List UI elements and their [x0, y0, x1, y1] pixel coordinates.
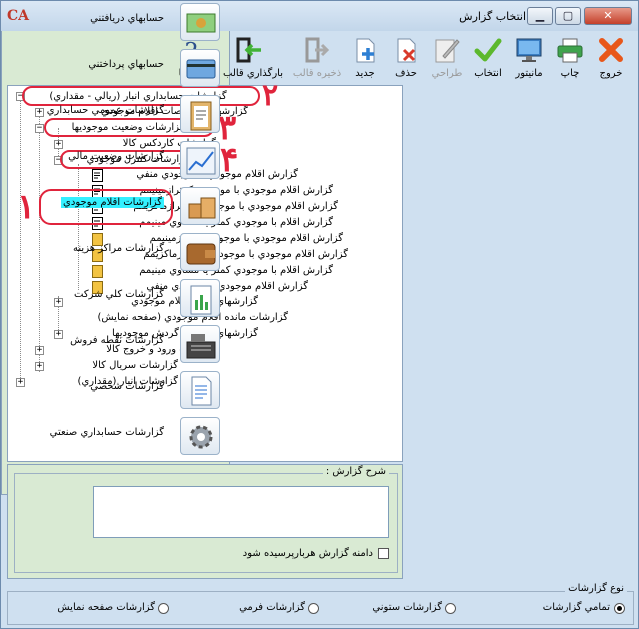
printer-icon — [557, 38, 583, 63]
description-area: شرح گزارش : دامنه گزارش هربارپرسيده شود — [7, 464, 403, 579]
money-icon — [180, 3, 220, 41]
report-label: گزارشات وضعيت مالي — [68, 151, 164, 162]
description-title: شرح گزارش : — [322, 466, 389, 477]
report-label: حسابهاي پرداختني — [88, 59, 164, 70]
report-industrial-accounting[interactable]: گزارشات حسابداري صنعتي — [1, 413, 228, 457]
bar-chart-clipboard-icon — [180, 279, 220, 317]
radio-screen-reports-label: گزارشات صفحه نمايش — [57, 602, 155, 613]
radio-column-reports[interactable] — [445, 603, 456, 614]
minimize-button[interactable]: ▁ — [527, 7, 553, 25]
description-group: شرح گزارش : دامنه گزارش هربارپرسيده شود — [14, 466, 398, 573]
monitor-icon — [516, 38, 542, 62]
radio-form-reports[interactable] — [308, 603, 319, 614]
radio-all-reports-label: تمامي گزارشات — [542, 602, 610, 613]
new-button[interactable]: جديد — [345, 32, 385, 84]
report-receivables[interactable]: حسابهاي دريافتني — [1, 0, 228, 43]
report-general-accounting[interactable]: گزارشات عمومي حسابداري — [1, 91, 228, 135]
report-label: حسابهاي دريافتني — [90, 13, 164, 24]
design-button[interactable]: طراحي — [427, 32, 467, 84]
monitor-button[interactable]: مانيتور — [509, 32, 549, 84]
radio-all-reports[interactable] — [614, 603, 625, 614]
report-cost-centers[interactable]: گزارشات مراکز هزينه — [1, 229, 228, 273]
boxes-icon — [180, 187, 220, 225]
radio-screen-reports[interactable] — [158, 603, 169, 614]
checkmark-icon — [474, 38, 502, 62]
cash-register-icon — [180, 325, 220, 363]
report-selection-window: CA انتخاب گزارش ▁ ▢ ✕ خروج چاپ مانيتور ا… — [0, 0, 639, 629]
delete-button[interactable]: حذف — [386, 32, 426, 84]
new-document-icon — [356, 38, 375, 63]
delete-document-icon — [397, 38, 416, 63]
save-template-icon — [305, 37, 330, 63]
wallet-icon — [180, 233, 220, 271]
description-textbox[interactable] — [93, 486, 389, 538]
new-label: جديد — [355, 68, 375, 79]
ask-range-label: دامنه گزارش هربارپرسيده شود — [242, 548, 373, 559]
annotation-number-2: ۲ — [262, 78, 279, 113]
credit-card-icon — [180, 49, 220, 87]
report-label: گزارشات مراکز هزينه — [73, 243, 164, 254]
report-personal[interactable]: گزارشات شخصي — [1, 367, 228, 411]
report-payables[interactable]: حسابهاي پرداختني — [1, 45, 228, 89]
clipboard-icon — [180, 95, 220, 133]
print-button[interactable]: چاپ — [550, 32, 590, 84]
ask-range-checkbox[interactable] — [378, 548, 389, 559]
radio-column-reports-label: گزارشات ستوني — [372, 602, 442, 613]
report-label: گزارشات نقطه فروش — [70, 335, 164, 346]
report-point-of-sale[interactable]: گزارشات نقطه فروش — [1, 321, 228, 365]
exit-x-icon — [599, 38, 623, 62]
report-label: گزارشات شخصي — [90, 381, 164, 392]
line-chart-icon — [180, 141, 220, 179]
report-label: گزارشات کلي شرکت — [74, 289, 164, 300]
report-label: گزارشات حسابداري صنعتي — [49, 427, 164, 438]
report-type-group: نوع گزارشات تمامي گزارشات گزارشات ستوني … — [7, 583, 634, 625]
annotation-oval-1 — [39, 189, 173, 225]
report-category-panel: حسابهاي دريافتني حسابهاي پرداختني گزارشا… — [1, 1, 230, 495]
maximize-button[interactable]: ▢ — [555, 7, 581, 25]
document-list-icon — [180, 371, 220, 409]
report-type-title: نوع گزارشات — [565, 583, 627, 594]
close-button[interactable]: ✕ — [584, 7, 632, 25]
radio-form-reports-label: گزارشات فرمي — [239, 602, 305, 613]
window-title: انتخاب گزارش — [459, 10, 526, 23]
report-label: گزارشات عمومي حسابداري — [46, 105, 164, 116]
load-template-icon — [236, 37, 261, 63]
design-pencil-icon — [435, 39, 460, 63]
load-template-button[interactable]: بارگذاري قالب — [223, 32, 283, 84]
report-company-overall[interactable]: گزارشات کلي شرکت — [1, 275, 228, 319]
select-button[interactable]: انتخاب — [468, 32, 508, 84]
report-financial-status[interactable]: گزارشات وضعيت مالي — [1, 137, 228, 181]
gear-icon — [180, 417, 220, 455]
save-template-button[interactable]: ذخيره قالب — [293, 32, 341, 84]
exit-button[interactable]: خروج — [591, 32, 631, 84]
save-template-label: ذخيره قالب — [292, 68, 342, 79]
annotation-number-1: ۱ — [17, 187, 36, 227]
